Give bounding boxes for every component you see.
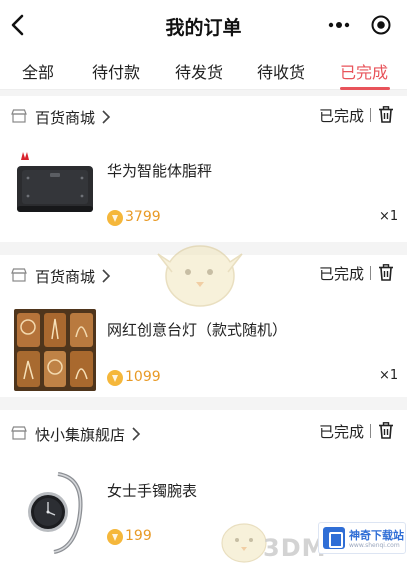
mascot-watermark-icon (157, 245, 243, 307)
price-value: 1099 (125, 369, 161, 385)
store-icon (11, 109, 27, 123)
trash-icon[interactable] (378, 106, 394, 123)
store-icon (11, 268, 27, 282)
shop-name[interactable]: 快小集旗舰店 (35, 424, 125, 445)
tab-pending-payment[interactable]: 待付款 (92, 59, 140, 83)
site-logo-icon (323, 527, 345, 549)
order-status: 已完成 (319, 265, 365, 283)
tab-pending-shipment[interactable]: 待发货 (175, 59, 223, 83)
store-icon (11, 426, 27, 440)
divider (370, 108, 371, 122)
price-value: 3799 (125, 209, 161, 225)
price-value: 199 (125, 528, 152, 544)
order-status: 已完成 (319, 107, 365, 125)
close-miniprogram-icon[interactable] (370, 14, 392, 36)
price-row: 1099 (106, 369, 186, 387)
tab-completed[interactable]: 已完成 (340, 59, 388, 83)
points-coin-icon (107, 370, 123, 386)
smart-scale-image[interactable] (14, 148, 96, 230)
divider (370, 424, 371, 438)
order-card[interactable]: 百货商城 已完成 华为智能体脂秤 3799 ×1 (0, 96, 407, 242)
chevron-right-icon (102, 110, 111, 124)
site-badge-url: www.shenqi.com (349, 542, 400, 549)
bracelet-watch-image[interactable] (14, 468, 96, 558)
divider (370, 266, 371, 280)
shop-name[interactable]: 百货商城 (35, 266, 95, 287)
product-name[interactable]: 网红创意台灯（款式随机） (107, 319, 287, 340)
site-watermark-badge: 神奇下载站 www.shenqi.com (318, 522, 406, 554)
tab-all[interactable]: 全部 (22, 59, 54, 83)
order-status-tabs: 全部 待付款 待发货 待收货 已完成 (0, 50, 407, 90)
quantity: ×1 (379, 209, 399, 224)
chevron-right-icon (102, 269, 111, 283)
order-status: 已完成 (319, 423, 365, 441)
tab-pending-receipt[interactable]: 待收货 (257, 59, 305, 83)
active-tab-indicator (340, 87, 390, 90)
price-row: 3799 (106, 209, 186, 227)
shop-name[interactable]: 百货商城 (35, 107, 95, 128)
product-name[interactable]: 华为智能体脂秤 (107, 160, 212, 181)
points-coin-icon (107, 529, 123, 545)
price-row: 199 (106, 528, 186, 546)
trash-icon[interactable] (378, 264, 394, 281)
watermark-text: 3DM (263, 534, 327, 562)
quantity: ×1 (379, 368, 399, 383)
site-badge-name: 神奇下载站 (349, 529, 404, 542)
product-name[interactable]: 女士手镯腕表 (107, 480, 197, 501)
points-coin-icon (107, 210, 123, 226)
trash-icon[interactable] (378, 422, 394, 439)
chevron-right-icon (132, 427, 141, 441)
more-options-icon[interactable] (327, 14, 351, 36)
desk-lamp-image[interactable] (14, 309, 96, 391)
nav-header: 我的订单 (0, 0, 407, 50)
